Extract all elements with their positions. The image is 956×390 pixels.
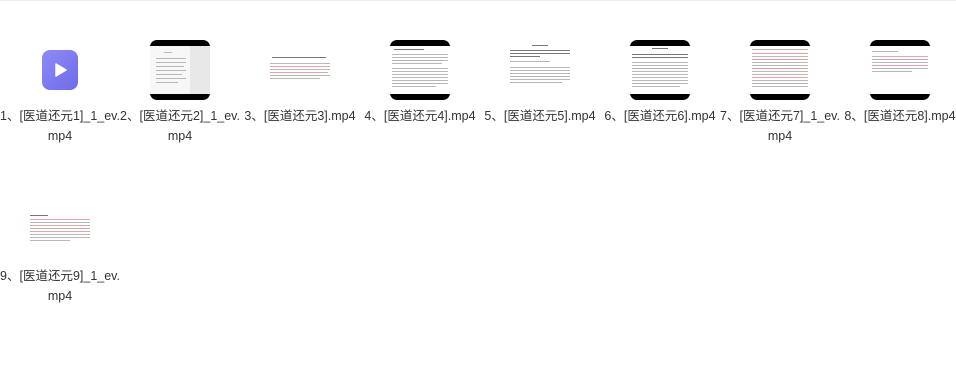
file-name: 9、[医道还元9]_1_ev.mp4 <box>0 269 120 303</box>
file-thumbnail <box>270 40 330 100</box>
file-item[interactable]: 5、[医道还元5].mp4 <box>480 40 600 180</box>
file-name: 8、[医道还元8].mp4 <box>844 109 956 123</box>
file-thumbnail <box>30 200 90 260</box>
file-thumbnail <box>750 40 810 100</box>
file-name: 2、[医道还元2]_1_ev.mp4 <box>120 109 240 143</box>
file-thumbnail <box>150 40 210 100</box>
video-thumbnail <box>750 40 810 100</box>
file-name: 3、[医道还元3].mp4 <box>244 109 356 123</box>
file-thumbnail <box>390 40 450 100</box>
file-item[interactable]: 4、[医道还元4].mp4 <box>360 40 480 180</box>
video-player-icon <box>42 50 78 90</box>
file-item[interactable]: 1、[医道还元1]_1_ev.mp4 <box>0 40 120 180</box>
video-thumbnail <box>390 40 450 100</box>
video-thumbnail <box>510 44 570 88</box>
file-item[interactable]: 2、[医道还元2]_1_ev.mp4 <box>120 40 240 180</box>
video-thumbnail <box>150 40 210 100</box>
file-thumbnail <box>630 40 690 100</box>
file-name: 1、[医道还元1]_1_ev.mp4 <box>0 109 120 143</box>
video-thumbnail <box>270 55 330 85</box>
file-item[interactable]: 9、[医道还元9]_1_ev.mp4 <box>0 200 120 340</box>
file-name: 7、[医道还元7]_1_ev.mp4 <box>720 109 840 143</box>
file-name: 4、[医道还元4].mp4 <box>364 109 476 123</box>
file-item[interactable]: 8、[医道还元8].mp4 <box>840 40 956 180</box>
file-item[interactable]: 7、[医道还元7]_1_ev.mp4 <box>720 40 840 180</box>
file-thumbnail <box>870 40 930 100</box>
video-thumbnail <box>630 40 690 100</box>
file-item[interactable]: 6、[医道还元6].mp4 <box>600 40 720 180</box>
video-thumbnail <box>870 40 930 100</box>
file-grid: 1、[医道还元1]_1_ev.mp4 2、[医道还元2]_1_ev.mp4 3、… <box>0 0 956 390</box>
file-item[interactable]: 3、[医道还元3].mp4 <box>240 40 360 180</box>
file-name: 5、[医道还元5].mp4 <box>484 109 596 123</box>
file-name: 6、[医道还元6].mp4 <box>604 109 716 123</box>
file-thumbnail <box>510 40 570 104</box>
file-thumbnail <box>30 40 90 100</box>
video-thumbnail <box>30 215 90 245</box>
